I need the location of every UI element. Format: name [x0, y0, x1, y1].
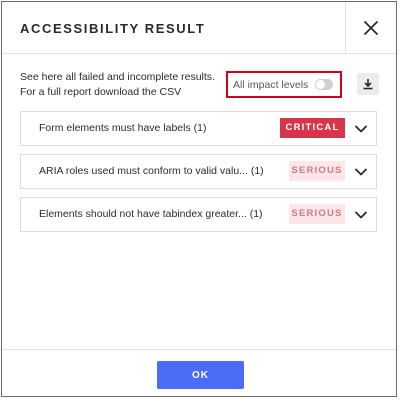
issue-title: ARIA roles used must conform to valid va… — [39, 165, 264, 177]
dialog-header: ACCESSIBILITY RESULT — [2, 2, 396, 54]
severity-badge: CRITICAL — [280, 118, 345, 138]
impact-levels-label: All impact levels — [233, 78, 309, 91]
impact-levels-switch[interactable] — [315, 79, 333, 90]
intro-line-1: See here all failed and incomplete resul… — [20, 71, 215, 83]
issue-row[interactable]: ARIA roles used must conform to valid va… — [20, 154, 377, 189]
issue-title: Elements should not have tabindex greate… — [39, 208, 263, 220]
close-button[interactable] — [346, 2, 396, 53]
download-csv-button[interactable] — [357, 73, 379, 95]
chevron-down-icon[interactable] — [354, 208, 368, 222]
ok-button[interactable]: OK — [157, 361, 244, 389]
accessibility-result-dialog: ACCESSIBILITY RESULT See here all failed… — [1, 1, 397, 397]
impact-levels-toggle[interactable]: All impact levels — [226, 71, 342, 98]
switch-knob — [316, 80, 325, 89]
chevron-down-icon[interactable] — [354, 122, 368, 136]
issue-row[interactable]: Form elements must have labels (1) CRITI… — [20, 111, 377, 146]
dialog-footer: OK — [2, 349, 396, 397]
intro-line-2: For a full report download the CSV — [20, 86, 182, 98]
issue-title: Form elements must have labels (1) — [39, 122, 207, 134]
severity-badge: SERIOUS — [289, 204, 345, 224]
chevron-down-icon[interactable] — [354, 165, 368, 179]
severity-badge: SERIOUS — [289, 161, 345, 181]
intro-text: See here all failed and incomplete resul… — [20, 70, 215, 100]
issue-row[interactable]: Elements should not have tabindex greate… — [20, 197, 377, 232]
dialog-title: ACCESSIBILITY RESULT — [20, 21, 206, 36]
download-icon — [363, 79, 373, 90]
close-icon — [364, 20, 378, 35]
